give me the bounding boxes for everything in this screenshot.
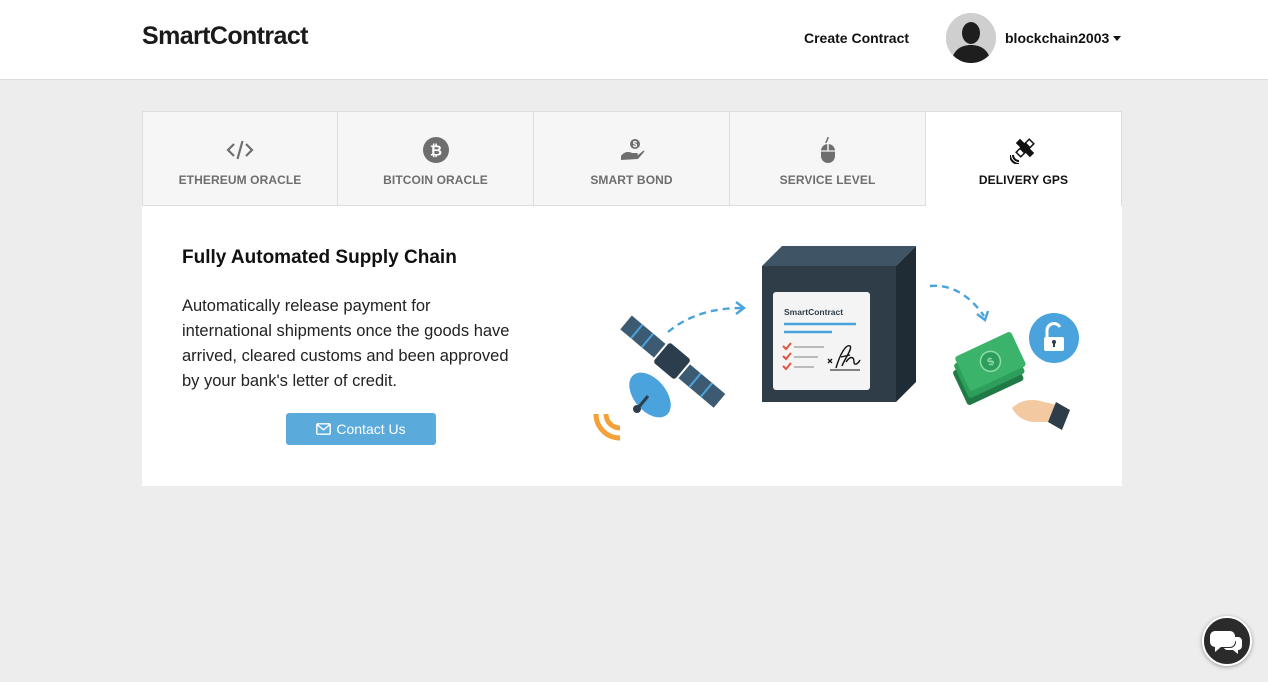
chat-widget-button[interactable] xyxy=(1202,616,1252,666)
supply-chain-illustration: SmartContract $ xyxy=(593,246,1079,441)
illustration-doc-label: SmartContract xyxy=(784,307,843,317)
tab-label: BITCOIN ORACLE xyxy=(383,173,488,187)
contract-box-illustration: SmartContract xyxy=(762,246,916,402)
avatar[interactable] xyxy=(946,13,996,63)
top-navbar: SmartContract Create Contract blockchain… xyxy=(0,0,1268,80)
tab-smart-bond[interactable]: $ SMART BOND xyxy=(534,111,730,206)
section-title: Fully Automated Supply Chain xyxy=(182,247,457,268)
dashed-arrow xyxy=(667,306,743,333)
satellite-icon xyxy=(1009,138,1035,164)
tab-delivery-gps[interactable]: DELIVERY GPS xyxy=(926,111,1122,206)
dashed-arrow xyxy=(929,284,985,317)
tab-label: SERVICE LEVEL xyxy=(779,173,876,187)
money-hand-illustration: $ xyxy=(953,313,1079,430)
tab-bitcoin-oracle[interactable]: ₿ BITCOIN ORACLE xyxy=(338,111,534,206)
code-icon xyxy=(226,140,254,160)
envelope-icon xyxy=(316,423,332,435)
create-contract-link[interactable]: Create Contract xyxy=(804,30,909,46)
svg-text:$: $ xyxy=(632,140,637,149)
chat-icon xyxy=(1210,631,1242,654)
tab-label: ETHEREUM ORACLE xyxy=(178,173,302,187)
tab-label: DELIVERY GPS xyxy=(978,173,1069,187)
money-hand-icon: $ xyxy=(620,139,644,160)
tab-ethereum-oracle[interactable]: ETHEREUM ORACLE xyxy=(142,111,338,206)
svg-text:₿: ₿ xyxy=(429,143,441,160)
feature-panel: ETHEREUM ORACLE ₿ BITCOIN ORACLE $ SMART… xyxy=(142,111,1122,486)
user-menu-name[interactable]: blockchain2003 xyxy=(1005,30,1109,46)
bitcoin-icon: ₿ xyxy=(422,137,449,163)
chevron-down-icon[interactable] xyxy=(1113,36,1121,41)
mouse-icon xyxy=(820,136,835,163)
contact-us-button[interactable]: Contact Us xyxy=(286,413,436,445)
section-description: Automatically release payment for intern… xyxy=(182,297,510,390)
tab-label: SMART BOND xyxy=(590,173,673,187)
feature-tabs: ETHEREUM ORACLE ₿ BITCOIN ORACLE $ SMART… xyxy=(142,111,1122,206)
satellite-illustration xyxy=(593,315,726,441)
app-logo[interactable]: SmartContract xyxy=(142,22,308,51)
tab-service-level[interactable]: SERVICE LEVEL xyxy=(730,111,926,206)
user-silhouette-icon xyxy=(946,13,996,63)
contact-us-label: Contact Us xyxy=(336,421,406,437)
